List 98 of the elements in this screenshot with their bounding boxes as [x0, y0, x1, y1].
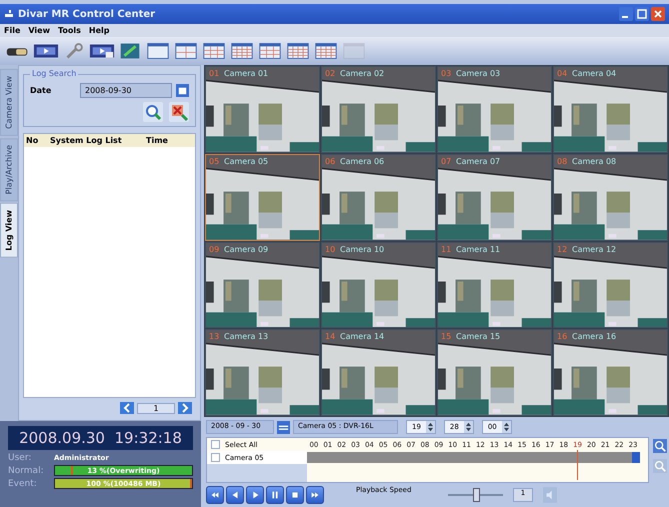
date-label: Date [30, 86, 52, 95]
camera-tile[interactable]: 12 Camera 12 [553, 242, 668, 328]
page-number-field[interactable]: 1 [137, 402, 175, 414]
camera-tile[interactable]: 15 Camera 15 [437, 329, 552, 416]
meter-label: Event: [8, 478, 38, 488]
group-title: Log Search [30, 69, 78, 78]
side-tab[interactable]: Camera View [0, 69, 18, 136]
date-time-display: 2008.09.30 19:32:18 [8, 426, 193, 450]
layout-grid-icon [145, 42, 171, 60]
column-header: No [25, 136, 40, 145]
time-cursor [576, 450, 578, 480]
camera-name: Camera 08 [572, 156, 616, 166]
camera-number: 13 [209, 332, 220, 342]
camera-name: Camera 03 [456, 69, 500, 78]
camera-number: 08 [557, 156, 568, 166]
camera-number: 16 [557, 332, 568, 342]
meter-label: Normal: [8, 466, 45, 476]
camera-number: 04 [557, 69, 568, 78]
clear-search-icon[interactable] [169, 102, 189, 122]
camera-number: 06 [325, 156, 336, 166]
slider-thumb[interactable] [472, 488, 480, 502]
camera-tile[interactable]: 14 Camera 14 [321, 329, 436, 416]
camera-name: Camera 15 [456, 332, 500, 342]
app-icon [4, 9, 14, 19]
camera-name: Camera 10 [340, 244, 384, 254]
camera-name: Camera 01 [224, 69, 268, 78]
camera-number: 10 [325, 244, 336, 254]
window-title: Divar MR Control Center [18, 8, 156, 20]
play-button[interactable] [246, 486, 264, 504]
previous-page-icon[interactable] [120, 402, 134, 414]
side-tab[interactable]: Play/Archive [0, 138, 18, 202]
camera-name: Camera 12 [572, 244, 616, 254]
close-icon[interactable] [651, 7, 665, 21]
rewind-button[interactable] [206, 486, 224, 504]
film-icon [33, 42, 59, 60]
menu-item[interactable]: View [28, 26, 50, 35]
column-header: Time [146, 136, 169, 145]
camera-number: 12 [557, 244, 568, 254]
pause-button[interactable] [266, 486, 284, 504]
camera-tile[interactable]: 07 Camera 07 [437, 154, 552, 240]
camera-tile[interactable]: 02 Camera 02 [321, 66, 436, 153]
camera-number: 14 [325, 332, 336, 342]
layout-grid-icon [341, 42, 367, 60]
camera-name: Camera 07 [456, 156, 500, 166]
menu-item[interactable]: Help [88, 26, 110, 35]
camera-tile[interactable]: 03 Camera 03 [437, 66, 552, 153]
camera-tile[interactable]: 09 Camera 09 [205, 242, 320, 328]
maximize-icon[interactable] [635, 7, 649, 21]
camera-tile[interactable]: 05 Camera 05 [205, 154, 320, 240]
user-label: User: [8, 452, 32, 462]
checkbox[interactable] [211, 440, 220, 449]
forward-button[interactable] [306, 486, 324, 504]
camera-name: Camera 14 [340, 332, 384, 342]
layout-grid-icon [313, 42, 339, 60]
side-tab[interactable]: Log View [0, 203, 18, 258]
search-icon[interactable] [143, 102, 163, 122]
camera-name: Camera 06 [340, 156, 384, 166]
layout-grid-icon [173, 42, 199, 60]
menu-item[interactable]: File [4, 26, 20, 35]
next-page-icon[interactable] [178, 402, 192, 414]
camera-number: 05 [209, 156, 220, 166]
camera-number: 07 [441, 156, 452, 166]
camera-tile[interactable]: 10 Camera 10 [321, 242, 436, 328]
camera-name: Camera 09 [224, 244, 268, 254]
date-field[interactable]: 2008-09-30 [80, 83, 172, 98]
camera-tile[interactable]: 01 Camera 01 [205, 66, 320, 153]
calendar-icon[interactable] [176, 84, 189, 97]
camera-name: Camera 16 [572, 332, 616, 342]
calendar-icon[interactable] [277, 420, 290, 434]
layout-grid-icon [285, 42, 311, 60]
camera-name: Camera 04 [572, 69, 616, 78]
camera-name: Camera 11 [456, 244, 500, 254]
camera-number: 02 [325, 69, 336, 78]
camera-number: 09 [209, 244, 220, 254]
stop-button[interactable] [286, 486, 304, 504]
camera-tile[interactable]: 04 Camera 04 [553, 66, 668, 153]
camera-tile[interactable]: 13 Camera 13 [205, 329, 320, 416]
camera-tile[interactable]: 16 Camera 16 [553, 329, 668, 416]
camera-name: Camera 13 [224, 332, 268, 342]
layout-grid-icon [229, 42, 255, 60]
film-icon [89, 42, 115, 60]
camera-name: Camera 02 [340, 69, 384, 78]
checkbox[interactable] [211, 453, 220, 462]
layout-grid-icon [201, 42, 227, 60]
camera-number: 15 [441, 332, 452, 342]
camera-tile[interactable]: 08 Camera 08 [553, 154, 668, 240]
zoom-in-icon[interactable] [653, 439, 667, 453]
camera-name: Camera 05 [224, 156, 268, 166]
minimize-icon[interactable] [619, 7, 633, 21]
menu-item[interactable]: Tools [58, 26, 81, 35]
layout-grid-icon [257, 42, 283, 60]
camera-number: 03 [441, 69, 452, 78]
camera-number: 11 [441, 244, 452, 254]
camera-tile[interactable]: 11 Camera 11 [437, 242, 552, 328]
back-button[interactable] [226, 486, 244, 504]
column-header: System Log List [50, 136, 123, 145]
camera-number: 01 [209, 69, 220, 78]
camera-tile[interactable]: 06 Camera 06 [321, 154, 436, 240]
